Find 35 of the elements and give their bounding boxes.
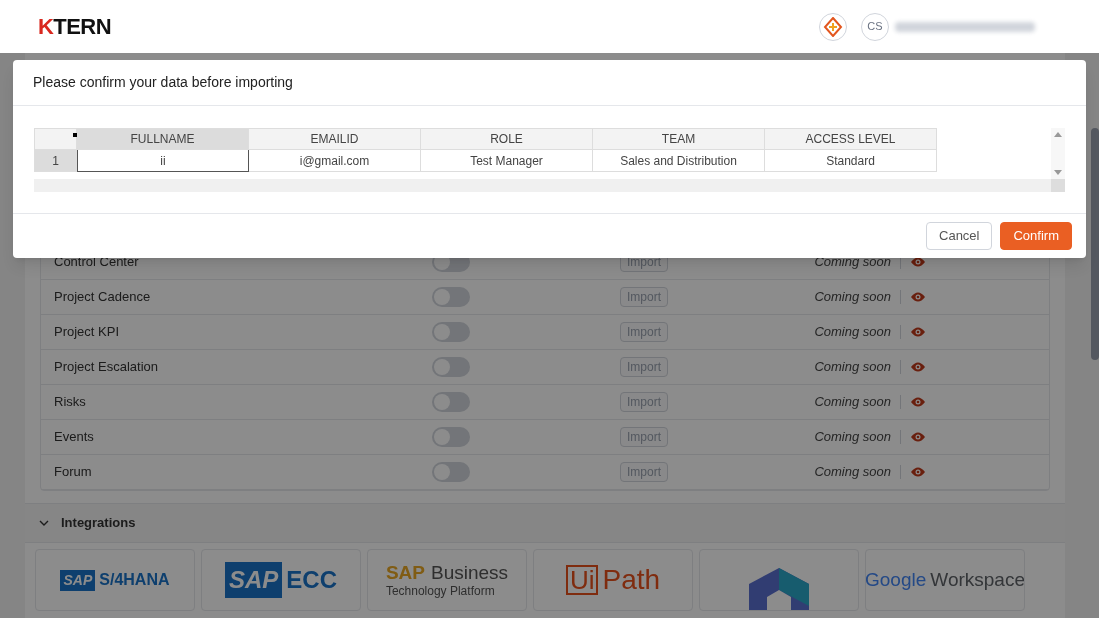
module-name: Project Escalation: [54, 358, 160, 377]
column-header[interactable]: FULLNAME: [77, 128, 249, 150]
column-header[interactable]: ACCESS LEVEL: [765, 128, 937, 150]
table-cell[interactable]: Standard: [765, 150, 937, 172]
status-text: Coming soon: [813, 393, 891, 412]
section-title[interactable]: Integrations: [61, 513, 136, 533]
module-name: Project Cadence: [54, 288, 152, 307]
column-header[interactable]: ROLE: [421, 128, 593, 150]
confirm-button[interactable]: Confirm: [1000, 222, 1072, 250]
integration-logo[interactable]: Ui Path: [533, 549, 693, 611]
module-name: Project KPI: [54, 323, 121, 342]
table-cell[interactable]: Sales and Distribution: [593, 150, 765, 172]
module-name: Events: [54, 428, 95, 447]
column-header[interactable]: TEAM: [593, 128, 765, 150]
status-text: Coming soon: [813, 463, 891, 482]
table-cell[interactable]: ii: [77, 150, 249, 172]
integration-logo[interactable]: SAP S/4HANA: [35, 549, 195, 611]
status-text: Coming soon: [813, 428, 891, 447]
logo: KTERN: [38, 15, 112, 38]
integration-logo[interactable]: SAP Business Technology Platform: [367, 549, 527, 611]
status-text: Coming soon: [813, 358, 891, 377]
cancel-button[interactable]: Cancel: [926, 222, 993, 250]
status-text: Coming soon: [813, 288, 891, 307]
integration-logo[interactable]: SAP ECC: [201, 549, 361, 611]
column-header[interactable]: EMAILID: [249, 128, 421, 150]
table-cell[interactable]: i@gmail.com: [249, 150, 421, 172]
table-cell[interactable]: Test Manager: [421, 150, 593, 172]
row-number: 1: [34, 150, 77, 172]
status-text: Coming soon: [813, 323, 891, 342]
dialog-title: Please confirm your data before importing: [33, 73, 293, 92]
module-name: Risks: [54, 393, 87, 412]
status-text: Coming soon: [813, 253, 891, 272]
module-name: Forum: [54, 463, 93, 482]
integration-logo[interactable]: Google Workspace: [865, 549, 1025, 611]
module-name: Control Center: [54, 253, 140, 272]
